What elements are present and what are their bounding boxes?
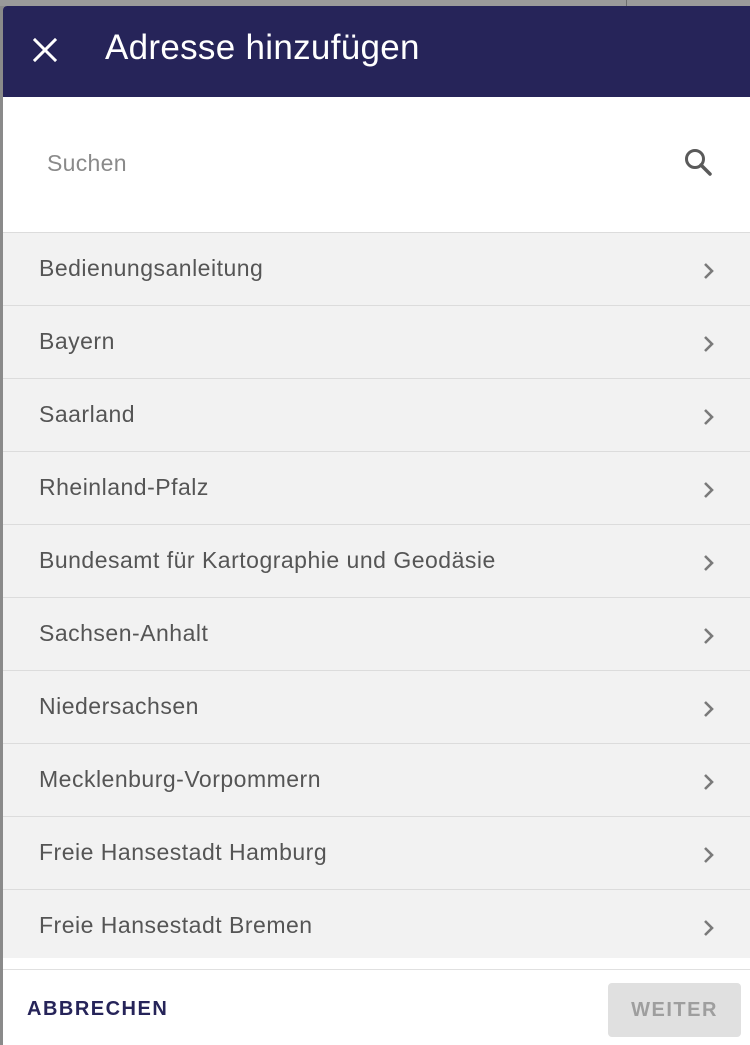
chevron-right-icon [704,701,714,717]
address-source-list: Bedienungsanleitung Bayern Saarland Rheinla… [3,233,750,958]
chevron-right-icon [704,920,714,936]
close-icon [33,38,57,62]
dialog-header: Adresse hinzufügen [3,6,750,97]
search-icon [685,149,712,176]
list-item-label: Bundesamt für Kartographie und Geodäsie [39,547,496,573]
chevron-right-icon [704,336,714,352]
search-button[interactable] [679,143,717,181]
list-item-label: Mecklenburg-Vorpommern [39,766,322,792]
chevron-right-icon [704,847,714,863]
list-item[interactable]: Sachsen-Anhalt [3,598,750,671]
search-bar [3,97,750,233]
chevron-right-icon [704,628,714,644]
chevron-right-icon [704,263,714,279]
list-item[interactable]: Bundesamt für Kartographie und Geodäsie [3,525,750,598]
cancel-button[interactable]: ABBRECHEN [27,998,168,1021]
list-item[interactable]: Saarland [3,379,750,452]
chevron-right-icon [704,409,714,425]
chevron-right-icon [704,555,714,571]
list-item-label: Freie Hansestadt Bremen [39,912,313,938]
list-item-label: Niedersachsen [39,693,199,719]
next-button[interactable]: WEITER [608,983,741,1037]
chevron-right-icon [704,774,714,790]
list-item-label: Sachsen-Anhalt [39,620,209,646]
close-button[interactable] [29,34,61,66]
search-input[interactable] [47,141,667,185]
list-item-label: Freie Hansestadt Hamburg [39,839,328,865]
list-item[interactable]: Niedersachsen [3,671,750,744]
list-item[interactable]: Bedienungsanleitung [3,233,750,306]
list-item-label: Rheinland-Pfalz [39,474,209,500]
add-address-dialog: Adresse hinzufügen Bedienungsanleitung Ba… [3,6,750,1045]
list-item-label: Saarland [39,401,136,427]
list-item-label: Bayern [39,328,115,354]
list-item[interactable]: Rheinland-Pfalz [3,452,750,525]
list-item[interactable]: Bayern [3,306,750,379]
list-item[interactable]: Freie Hansestadt Bremen [3,890,750,958]
dialog-footer: ABBRECHEN WEITER [3,969,750,1045]
list-item[interactable]: Freie Hansestadt Hamburg [3,817,750,890]
list-item[interactable]: Mecklenburg-Vorpommern [3,744,750,817]
list-item-label: Bedienungsanleitung [39,255,264,281]
dialog-title: Adresse hinzufügen [105,28,420,67]
chevron-right-icon [704,482,714,498]
